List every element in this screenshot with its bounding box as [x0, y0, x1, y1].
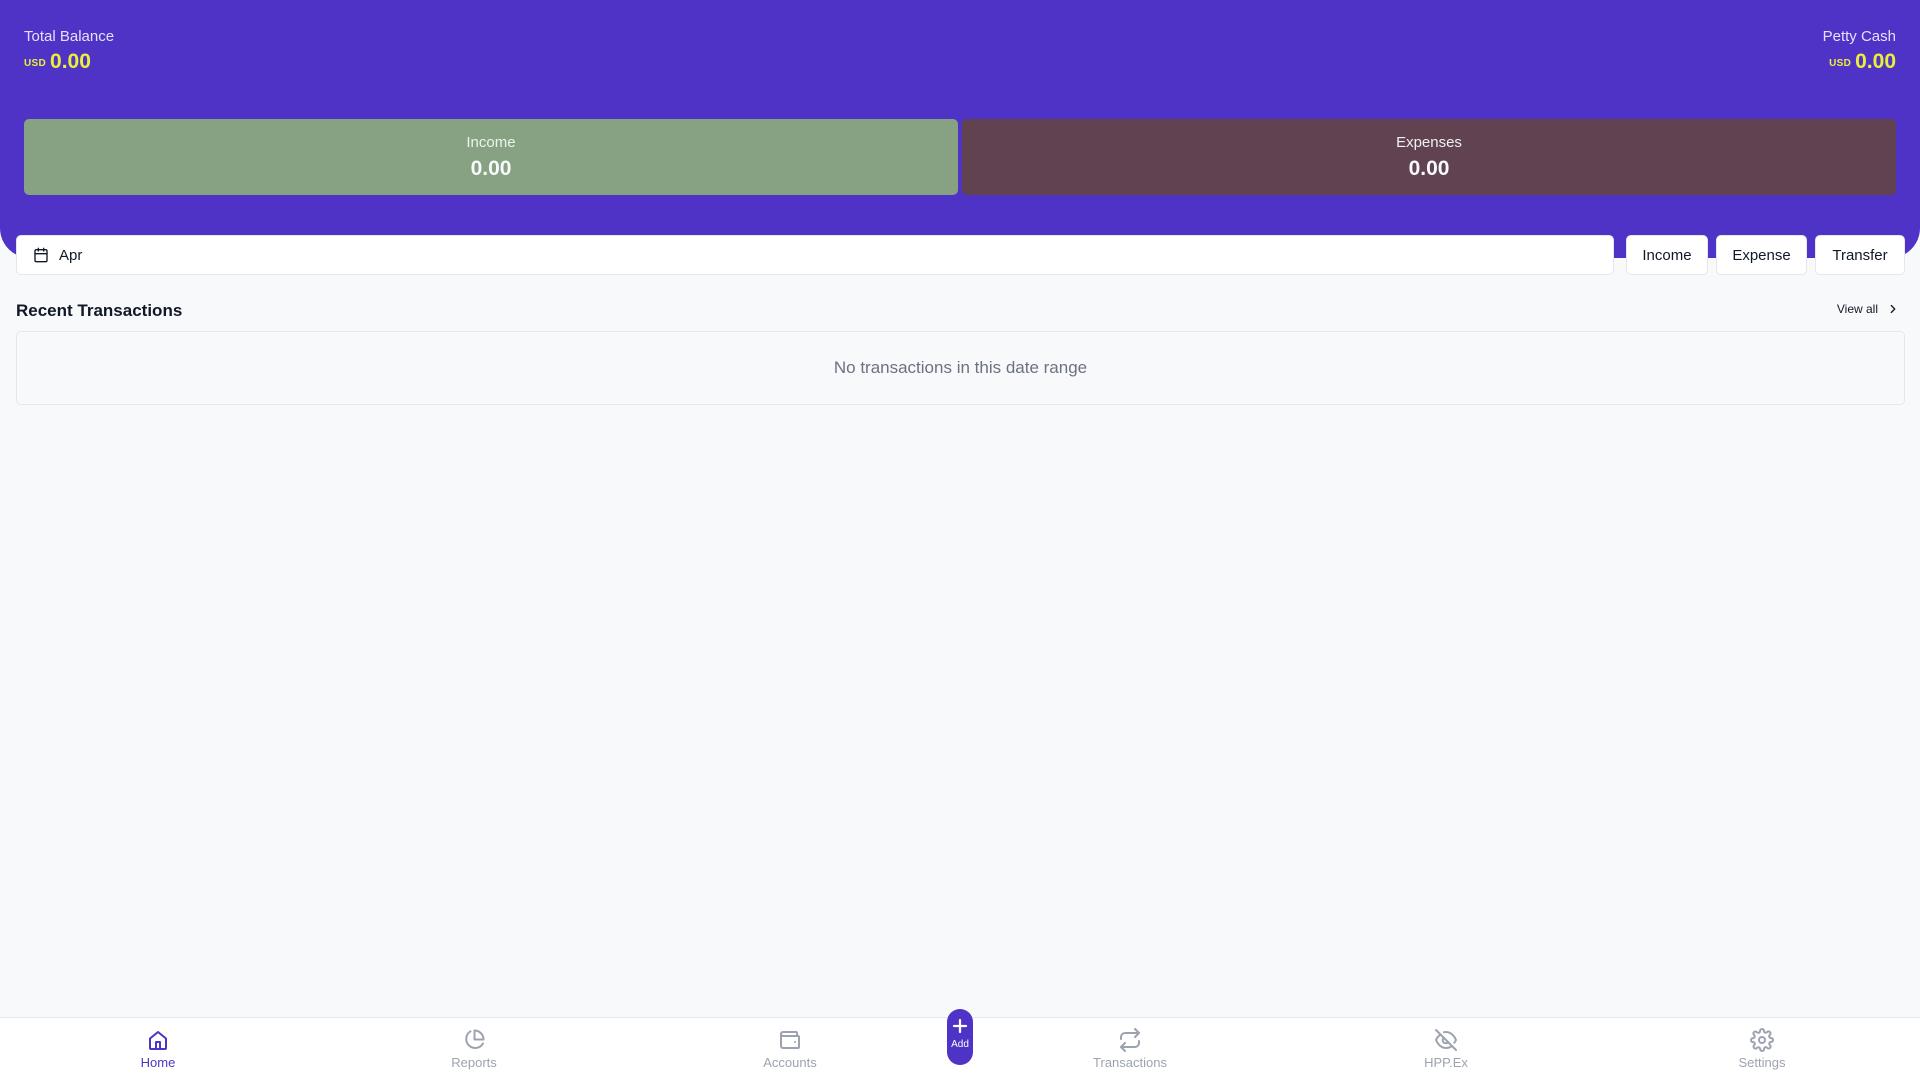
nav-item-reports[interactable]: Reports	[404, 1028, 544, 1071]
summary-header: Total Balance USD 0.00 Petty Cash USD 0.00…	[0, 0, 1920, 258]
nav-label-settings: Settings	[1738, 1055, 1786, 1070]
nav-label-hpp-ex: HPP.Ex	[1424, 1055, 1468, 1070]
nav-item-home[interactable]: Home	[88, 1028, 228, 1071]
transactions-empty-state: No transactions in this date range	[16, 331, 1905, 405]
date-range-value: Apr	[59, 246, 83, 264]
income-summary-value: 0.00	[470, 157, 512, 180]
home-icon	[146, 1028, 170, 1052]
nav-item-transactions[interactable]: Transactions	[1060, 1028, 1200, 1071]
add-income-button[interactable]: Income	[1626, 235, 1708, 275]
total-balance: Total Balance USD 0.00	[24, 27, 114, 74]
total-balance-value: 0.00	[50, 50, 91, 73]
gear-icon	[1750, 1028, 1774, 1052]
nav-item-settings[interactable]: Settings	[1692, 1028, 1832, 1071]
expenses-summary-value: 0.00	[1408, 157, 1450, 180]
petty-cash-label: Petty Cash	[1822, 28, 1896, 45]
total-balance-label: Total Balance	[24, 28, 115, 45]
total-balance-amount: USD 0.00	[24, 50, 114, 74]
calendar-icon	[33, 247, 49, 263]
recent-transactions-title: Recent Transactions	[16, 301, 183, 320]
view-all-link[interactable]: View all	[1837, 302, 1900, 316]
nav-label-reports: Reports	[451, 1055, 497, 1070]
income-summary-label: Income	[466, 134, 516, 151]
add-expense-button[interactable]: Expense	[1716, 235, 1807, 275]
nav-item-accounts[interactable]: Accounts	[720, 1028, 860, 1071]
nav-label-transactions: Transactions	[1093, 1055, 1167, 1070]
plus-icon	[951, 1017, 969, 1035]
wallet-icon	[778, 1028, 802, 1052]
eye-off-icon	[1434, 1028, 1458, 1052]
petty-cash-value: 0.00	[1855, 50, 1896, 73]
expenses-summary-label: Expenses	[1396, 134, 1462, 151]
total-balance-currency: USD	[24, 58, 47, 69]
expenses-summary-card: Expenses 0.00	[962, 119, 1896, 195]
nav-label-home: Home	[140, 1055, 176, 1070]
income-summary-card: Income 0.00	[24, 119, 958, 195]
view-all-label: View all	[1836, 302, 1878, 316]
petty-cash: Petty Cash USD 0.00	[1823, 27, 1896, 74]
nav-label-accounts: Accounts	[763, 1055, 817, 1070]
add-transfer-button[interactable]: Transfer	[1815, 235, 1905, 275]
repeat-icon	[1118, 1028, 1142, 1052]
nav-item-hpp-ex[interactable]: HPP.Ex	[1376, 1028, 1516, 1071]
add-label: Add	[951, 1039, 969, 1050]
app-root: Total Balance USD 0.00 Petty Cash USD 0.00…	[0, 0, 1920, 1080]
empty-state-message: No transactions in this date range	[833, 358, 1088, 377]
pie-chart-icon	[462, 1028, 486, 1052]
add-transaction-button[interactable]: Add	[947, 1009, 973, 1065]
petty-cash-currency: USD	[1829, 58, 1852, 69]
date-range-picker[interactable]: Apr	[16, 235, 1614, 275]
chevron-right-icon	[1886, 302, 1900, 316]
petty-cash-amount: USD 0.00	[1823, 50, 1896, 74]
